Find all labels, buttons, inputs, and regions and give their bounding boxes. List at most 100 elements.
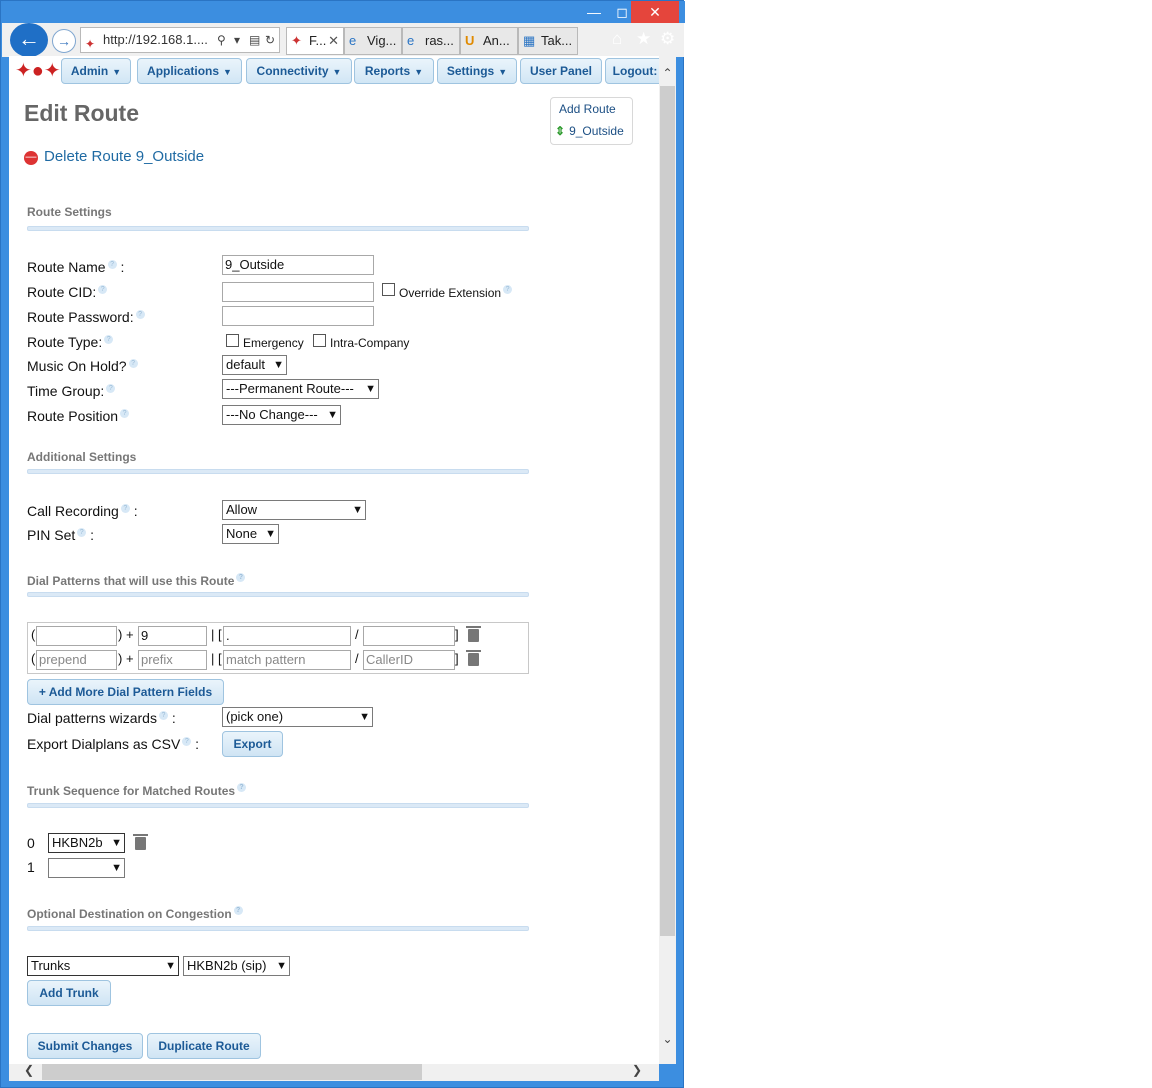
- tab-label: ras...: [425, 33, 454, 48]
- route-position-select[interactable]: ---No Change--- ▼: [222, 405, 341, 425]
- time-group-label: Time Group:?: [27, 383, 116, 399]
- section-divider: [27, 226, 529, 231]
- chevron-down-icon: ▼: [112, 67, 122, 77]
- menu-settings[interactable]: Settings ▼: [437, 58, 517, 84]
- title-bar: — ◻ ✕: [1, 1, 685, 23]
- help-icon[interactable]: ?: [236, 573, 246, 582]
- help-icon[interactable]: ?: [182, 737, 192, 746]
- address-text: http://192.168.1....: [103, 32, 208, 47]
- route-link-9-outside[interactable]: ⇕ 9_Outside: [555, 124, 624, 138]
- trunk-select-0[interactable]: HKBN2b ▼: [48, 833, 125, 853]
- tab-label: F...: [309, 33, 327, 48]
- route-cid-label: Route CID:?: [27, 284, 108, 300]
- scroll-left-icon[interactable]: ❮: [24, 1063, 34, 1077]
- emergency-checkbox[interactable]: [226, 334, 239, 347]
- help-icon[interactable]: ?: [503, 285, 513, 294]
- delete-route-link[interactable]: — Delete Route 9_Outside: [24, 148, 204, 165]
- menu-applications[interactable]: Applications ▼: [137, 58, 242, 84]
- export-button[interactable]: Export: [222, 731, 283, 757]
- back-button[interactable]: ←: [10, 23, 48, 57]
- match-pattern-input[interactable]: match pattern: [223, 650, 351, 670]
- prefix-input[interactable]: 9: [138, 626, 207, 646]
- scroll-down-icon[interactable]: ⌄: [659, 1032, 676, 1046]
- submit-changes-button[interactable]: Submit Changes: [27, 1033, 143, 1059]
- chevron-down-icon: ▼: [327, 409, 338, 421]
- chevron-down-icon: ▼: [352, 504, 363, 516]
- route-cid-input[interactable]: [222, 282, 374, 302]
- trash-icon[interactable]: [466, 650, 481, 666]
- prepend-input[interactable]: prepend: [36, 650, 117, 670]
- route-name-input[interactable]: 9_Outside: [222, 255, 374, 275]
- tab-3[interactable]: e ras...: [402, 27, 460, 55]
- menu-connectivity[interactable]: Connectivity ▼: [246, 58, 352, 84]
- tab-1[interactable]: ✦ F... ✕: [286, 27, 344, 55]
- help-icon[interactable]: ?: [120, 504, 130, 513]
- help-icon[interactable]: ?: [237, 783, 247, 792]
- pin-set-select[interactable]: None ▼: [222, 524, 279, 544]
- scroll-right-icon[interactable]: ❯: [632, 1063, 642, 1077]
- help-icon[interactable]: ?: [233, 906, 243, 915]
- intra-company-checkbox[interactable]: [313, 334, 326, 347]
- forward-button[interactable]: →: [52, 29, 76, 53]
- callerid-input[interactable]: [363, 626, 455, 646]
- home-icon[interactable]: ⌂: [612, 29, 622, 49]
- prefix-input[interactable]: prefix: [138, 650, 207, 670]
- dial-patterns-heading: Dial Patterns that will use this Route?: [27, 573, 246, 588]
- close-window-icon[interactable]: ✕: [631, 1, 679, 23]
- scroll-up-icon[interactable]: ⌃: [659, 66, 676, 80]
- trash-icon[interactable]: [133, 834, 148, 850]
- favorites-icon[interactable]: ★: [636, 29, 651, 49]
- tab-close-icon[interactable]: ✕: [328, 28, 339, 54]
- override-extension-checkbox[interactable]: [382, 283, 395, 296]
- vertical-scroll-thumb[interactable]: [660, 86, 675, 936]
- time-group-select[interactable]: ---Permanent Route--- ▼: [222, 379, 379, 399]
- duplicate-route-button[interactable]: Duplicate Route: [147, 1033, 261, 1059]
- help-icon[interactable]: ?: [128, 359, 138, 368]
- address-bar[interactable]: ✦ http://192.168.1.... ⚲ ▾ ▤ ↻: [80, 27, 280, 53]
- search-icon[interactable]: ⚲: [217, 28, 226, 52]
- minimize-icon[interactable]: —: [579, 1, 609, 23]
- congestion-destination-select[interactable]: HKBN2b (sip) ▼: [183, 956, 290, 976]
- match-pattern-input[interactable]: .: [223, 626, 351, 646]
- horizontal-scroll-thumb[interactable]: [42, 1064, 422, 1080]
- gear-icon[interactable]: ⚙: [660, 29, 675, 49]
- help-icon[interactable]: ?: [107, 260, 117, 269]
- call-recording-label: Call Recording? :: [27, 503, 138, 519]
- call-recording-select[interactable]: Allow ▼: [222, 500, 366, 520]
- help-icon[interactable]: ?: [77, 528, 87, 537]
- menu-logout[interactable]: Logout:: [605, 58, 659, 84]
- chevron-down-icon: ▼: [365, 383, 376, 395]
- add-route-link[interactable]: Add Route: [559, 102, 616, 116]
- sort-arrows-icon: ⇕: [555, 124, 566, 138]
- add-dial-pattern-button[interactable]: + Add More Dial Pattern Fields: [27, 679, 224, 705]
- menu-admin[interactable]: Admin ▼: [61, 58, 131, 84]
- refresh-icon[interactable]: ↻: [265, 28, 275, 52]
- trunk-index: 0: [27, 835, 35, 851]
- help-icon[interactable]: ?: [106, 384, 116, 393]
- tab-5[interactable]: ▦ Tak...: [518, 27, 578, 55]
- help-icon[interactable]: ?: [104, 335, 114, 344]
- help-icon[interactable]: ?: [158, 711, 168, 720]
- trash-icon[interactable]: [466, 626, 481, 642]
- help-icon[interactable]: ?: [98, 285, 108, 294]
- prepend-input[interactable]: [36, 626, 117, 646]
- help-icon[interactable]: ?: [120, 409, 130, 418]
- music-on-hold-select[interactable]: default ▼: [222, 355, 287, 375]
- dial-wizard-select[interactable]: (pick one) ▼: [222, 707, 373, 727]
- tab-4[interactable]: U An...: [460, 27, 518, 55]
- dropdown-icon[interactable]: ▾: [234, 28, 240, 52]
- route-password-input[interactable]: [222, 306, 374, 326]
- compat-icon[interactable]: ▤: [249, 28, 260, 52]
- additional-settings-heading: Additional Settings: [27, 450, 137, 464]
- add-trunk-button[interactable]: Add Trunk: [27, 980, 111, 1006]
- menu-reports[interactable]: Reports ▼: [354, 58, 434, 84]
- menu-user-panel[interactable]: User Panel: [520, 58, 602, 84]
- chevron-down-icon: ▼: [276, 960, 287, 972]
- callerid-input[interactable]: CallerID: [363, 650, 455, 670]
- freepbx-logo-icon[interactable]: ✦●✦: [15, 58, 61, 83]
- section-divider: [27, 592, 529, 597]
- congestion-type-select[interactable]: Trunks ▼: [27, 956, 179, 976]
- tab-2[interactable]: e Vig...: [344, 27, 402, 55]
- trunk-select-1[interactable]: ▼: [48, 858, 125, 878]
- help-icon[interactable]: ?: [135, 310, 145, 319]
